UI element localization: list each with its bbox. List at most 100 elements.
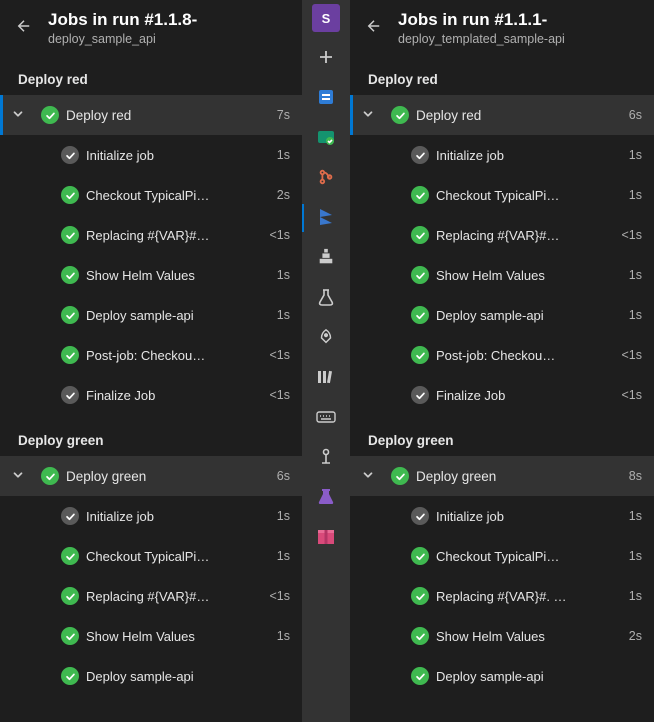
package-tile[interactable]	[312, 524, 340, 552]
step-row[interactable]: Initialize job1s	[350, 135, 654, 175]
package-icon	[316, 528, 336, 549]
status-cell	[56, 507, 84, 525]
step-name: Deploy sample-api	[434, 308, 621, 323]
step-row[interactable]: Checkout TypicalPi…1s	[350, 536, 654, 576]
status-green-icon	[391, 106, 409, 124]
step-row[interactable]: Replacing #{VAR}#…<1s	[0, 215, 302, 255]
step-name: Deploy sample-api	[84, 669, 282, 684]
step-duration: 1s	[621, 188, 642, 202]
status-green-icon	[411, 306, 429, 324]
flask-icon	[317, 488, 335, 509]
step-row[interactable]: Deploy sample-api1s	[350, 295, 654, 335]
status-cell	[36, 467, 64, 485]
step-row[interactable]: Initialize job1s	[0, 135, 302, 175]
step-row[interactable]: Show Helm Values1s	[350, 255, 654, 295]
status-green-icon	[411, 587, 429, 605]
step-duration: 1s	[621, 308, 642, 322]
artifacts-tile[interactable]	[312, 444, 340, 472]
step-row[interactable]: Deploy sample-api	[0, 656, 302, 696]
status-green-icon	[411, 627, 429, 645]
step-row[interactable]: Checkout TypicalPi…1s	[350, 175, 654, 215]
arrow-left-icon	[15, 17, 33, 35]
add-tile[interactable]	[312, 44, 340, 72]
status-green-icon	[61, 547, 79, 565]
status-green-icon	[61, 306, 79, 324]
step-row[interactable]: Show Helm Values1s	[0, 255, 302, 295]
rocket-tile[interactable]	[312, 324, 340, 352]
back-button[interactable]	[362, 14, 386, 38]
test-plans-tile[interactable]	[312, 284, 340, 312]
step-duration: 1s	[621, 549, 642, 563]
teams-tile[interactable]: S	[312, 4, 340, 32]
status-cell	[406, 146, 434, 164]
step-name: Finalize Job	[434, 388, 613, 403]
status-cell	[406, 587, 434, 605]
step-row[interactable]: Initialize job1s	[0, 496, 302, 536]
expand-toggle[interactable]	[350, 468, 386, 485]
status-cell	[56, 186, 84, 204]
status-cell	[56, 306, 84, 324]
step-row[interactable]: Replacing #{VAR}#…<1s	[0, 576, 302, 616]
step-name: Initialize job	[434, 509, 621, 524]
step-name: Post-job: Checkou…	[434, 348, 613, 363]
library-icon	[317, 369, 335, 388]
step-row[interactable]: Checkout TypicalPi…2s	[0, 175, 302, 215]
step-row[interactable]: Checkout TypicalPi…1s	[0, 536, 302, 576]
pipelines-tile[interactable]	[312, 204, 340, 232]
job-row[interactable]: Deploy red6s	[350, 95, 654, 135]
status-cell	[56, 386, 84, 404]
status-cell	[406, 226, 434, 244]
step-duration: 1s	[621, 589, 642, 603]
step-row[interactable]: Deploy sample-api	[350, 656, 654, 696]
artifacts-icon	[318, 448, 334, 469]
step-row[interactable]: Initialize job1s	[350, 496, 654, 536]
step-row[interactable]: Replacing #{VAR}#…<1s	[350, 215, 654, 255]
step-duration: 1s	[269, 549, 290, 563]
step-name: Checkout TypicalPi…	[434, 188, 621, 203]
step-row[interactable]: Replacing #{VAR}#. …1s	[350, 576, 654, 616]
step-row[interactable]: Show Helm Values2s	[350, 616, 654, 656]
status-cell	[36, 106, 64, 124]
boards-tile[interactable]	[312, 84, 340, 112]
pipelines-icon	[316, 207, 336, 230]
expand-toggle[interactable]	[0, 468, 36, 485]
expand-toggle[interactable]	[0, 107, 36, 124]
step-name: Show Helm Values	[434, 268, 621, 283]
expand-toggle[interactable]	[350, 107, 386, 124]
back-button[interactable]	[12, 14, 36, 38]
status-cell	[386, 106, 414, 124]
status-cell	[406, 547, 434, 565]
flask-tile[interactable]	[312, 484, 340, 512]
step-duration: 1s	[621, 148, 642, 162]
step-row[interactable]: Post-job: Checkou…<1s	[0, 335, 302, 375]
repos-tile[interactable]	[312, 164, 340, 192]
status-cell	[406, 266, 434, 284]
keyboard-tile[interactable]	[312, 404, 340, 432]
step-duration: 1s	[621, 268, 642, 282]
status-cell	[56, 346, 84, 364]
environments-tile[interactable]	[312, 244, 340, 272]
left-pane: Jobs in run #1.1.8- deploy_sample_api De…	[0, 0, 302, 722]
step-row[interactable]: Deploy sample-api1s	[0, 295, 302, 335]
step-name: Checkout TypicalPi…	[84, 188, 269, 203]
job-row[interactable]: Deploy green6s	[0, 456, 302, 496]
status-grey-icon	[61, 146, 79, 164]
job-duration: 6s	[269, 469, 290, 483]
step-row[interactable]: Show Helm Values1s	[0, 616, 302, 656]
step-row[interactable]: Post-job: Checkou…<1s	[350, 335, 654, 375]
rocket-icon	[317, 328, 335, 349]
stage-label: Deploy red	[0, 54, 302, 95]
step-row[interactable]: Finalize Job<1s	[0, 375, 302, 415]
library-tile[interactable]	[312, 364, 340, 392]
chevron-down-icon	[361, 468, 375, 485]
job-row[interactable]: Deploy green8s	[350, 456, 654, 496]
step-row[interactable]: Finalize Job<1s	[350, 375, 654, 415]
status-cell	[406, 627, 434, 645]
add-icon	[318, 49, 334, 68]
job-name: Deploy red	[64, 108, 269, 123]
job-row[interactable]: Deploy red7s	[0, 95, 302, 135]
right-job-list: Deploy redDeploy red6sInitialize job1sCh…	[350, 54, 654, 722]
work-tile[interactable]	[312, 124, 340, 152]
page-title: Jobs in run #1.1.1-	[398, 10, 642, 30]
test-plans-icon	[318, 288, 334, 309]
